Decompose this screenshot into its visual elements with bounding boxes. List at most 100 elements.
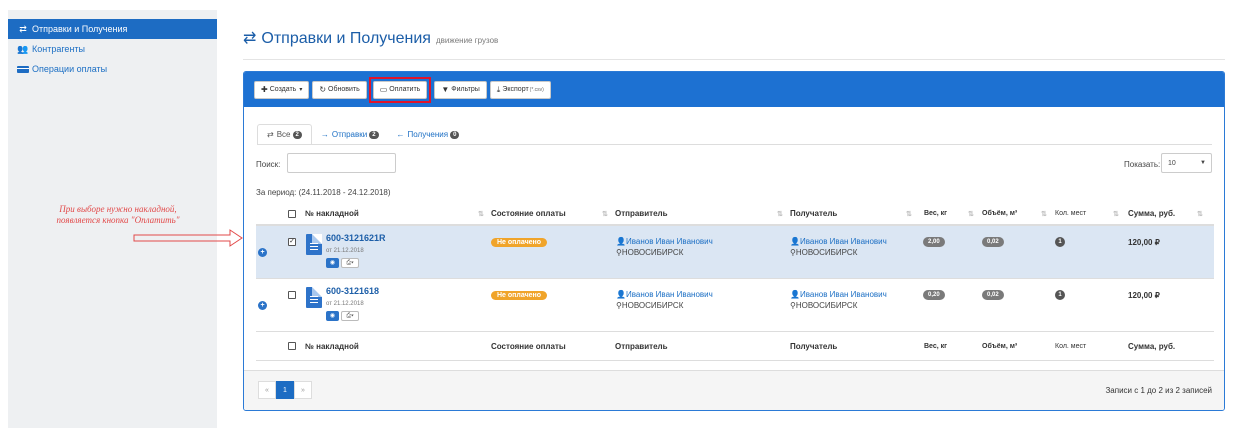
col-receiver: Получатель	[790, 341, 838, 351]
sum-value: 120,00 ₽	[1128, 290, 1160, 300]
waybill-date: от 21.12.2018	[326, 301, 364, 307]
row-checkbox[interactable]	[288, 291, 296, 299]
sort-icon[interactable]: ⇅	[777, 203, 783, 224]
user-icon: 👤	[616, 290, 626, 299]
sort-icon[interactable]: ⇅	[1041, 203, 1047, 224]
search-input[interactable]	[287, 153, 396, 173]
table-row[interactable]: + ✓ 600-3121621R от 21.12.2018 ◉ ⎙▾ Не о…	[256, 225, 1214, 278]
sort-icon[interactable]: ⇅	[1197, 203, 1203, 224]
tab-shipments[interactable]: → Отправки 2	[312, 124, 388, 145]
filter-icon: ▼	[441, 85, 450, 94]
title-divider	[243, 59, 1225, 60]
download-icon: ⤓	[496, 84, 501, 94]
page-subtitle: движение грузов	[435, 36, 499, 45]
pay-label: Оплатить	[389, 86, 421, 93]
annotation-line: При выборе нужно накладной,	[59, 204, 177, 214]
tab-receipts[interactable]: ← Получения 0	[388, 124, 469, 145]
prev-page-button[interactable]: «	[258, 381, 276, 399]
col-weight: Вес, кг	[924, 342, 948, 350]
refresh-icon: ↻	[319, 85, 327, 94]
sum-value: 120,00 ₽	[1128, 237, 1160, 247]
sidebar-item-label: Операции оплаты	[32, 64, 108, 74]
refresh-label: Обновить	[328, 86, 360, 93]
view-button[interactable]: ◉	[326, 311, 339, 321]
receiver-city: НОВОСИБИРСК	[795, 248, 858, 257]
user-icon: 👤	[790, 237, 800, 246]
tab-label: Отправки	[331, 130, 368, 139]
pay-button-highlight: ▭ Оплатить	[368, 76, 432, 103]
sort-icon[interactable]: ⇅	[1113, 203, 1119, 224]
table-row[interactable]: + 600-3121618 от 21.12.2018 ◉ ⎙▾ Не опла…	[256, 278, 1214, 331]
volume-badge: 0,02	[982, 290, 1004, 300]
select-all-checkbox[interactable]	[288, 342, 296, 350]
page-title-text: Отправки и Получения	[261, 30, 431, 47]
create-button[interactable]: ✚ Создать ▾	[254, 80, 310, 99]
table-footer: № накладной Состояние оплаты Отправитель…	[256, 331, 1214, 361]
credit-card-icon: ▭	[379, 85, 388, 94]
sort-icon[interactable]: ⇅	[602, 203, 608, 224]
expand-row-icon[interactable]: +	[258, 300, 267, 310]
waybill-number[interactable]: 600-3121618	[326, 286, 379, 296]
sort-icon[interactable]: ⇅	[478, 203, 484, 224]
tab-count-badge: 2	[292, 130, 302, 139]
col-sender: Отправитель	[615, 341, 668, 351]
page-button[interactable]: 1	[276, 381, 294, 399]
main-panel: ✚ Создать ▾ ↻ Обновить ▭ Оплатить ▼ Филь…	[243, 71, 1225, 411]
tab-all[interactable]: ⇄ Все 2	[257, 124, 312, 145]
expand-row-icon[interactable]: +	[258, 247, 267, 257]
sender-city: НОВОСИБИРСК	[621, 248, 684, 257]
row-checkbox[interactable]: ✓	[288, 238, 296, 246]
pay-button[interactable]: ▭ Оплатить	[372, 80, 428, 99]
user-icon: 👤	[616, 237, 626, 246]
view-button[interactable]: ◉	[326, 258, 339, 268]
annotation-line: появляется кнопка "Оплатить"	[56, 215, 180, 225]
waybill-number[interactable]: 600-3121621R	[326, 233, 386, 243]
credit-card-icon	[17, 65, 29, 74]
annotation-arrow-icon	[133, 229, 243, 247]
exchange-icon: ⇄	[267, 130, 274, 139]
places-badge: 1	[1055, 290, 1065, 300]
filters-label: Фильтры	[451, 86, 480, 93]
weight-badge: 0,20	[923, 290, 945, 300]
sender-name[interactable]: Иванов Иван Иванович	[626, 237, 713, 246]
print-button[interactable]: ⎙▾	[341, 258, 359, 268]
sidebar-item-contractors[interactable]: 👥 Контрагенты	[8, 39, 217, 59]
shipments-table: № накладной ⇅ Состояние оплаты ⇅ Отправи…	[256, 203, 1214, 361]
weight-badge: 2,00	[923, 237, 945, 247]
exchange-icon: ⇄	[19, 23, 27, 34]
receiver-name[interactable]: Иванов Иван Иванович	[800, 237, 887, 246]
refresh-button[interactable]: ↻ Обновить	[312, 80, 367, 99]
sort-icon[interactable]: ⇅	[906, 203, 912, 224]
document-icon	[306, 286, 322, 308]
volume-badge: 0,02	[982, 237, 1004, 247]
sidebar-item-label: Отправки и Получения	[32, 24, 128, 34]
user-icon: 👤	[790, 290, 800, 299]
arrow-left-icon: ←	[396, 130, 405, 139]
sender-city: НОВОСИБИРСК	[621, 301, 684, 310]
sidebar-item-payments[interactable]: Операции оплаты	[8, 59, 217, 79]
places-badge: 1	[1055, 237, 1065, 247]
plus-circle-icon: ✚	[261, 85, 268, 94]
receiver-name[interactable]: Иванов Иван Иванович	[800, 290, 887, 299]
export-button[interactable]: ⤓ Экспорт (*.csv)	[489, 80, 551, 99]
tabs-divider	[257, 144, 1212, 145]
col-status: Состояние оплаты	[491, 341, 566, 351]
sidebar-item-shipments[interactable]: ⇄ Отправки и Получения	[8, 19, 217, 39]
status-badge: Не оплачено	[491, 237, 548, 247]
tabs: ⇄ Все 2 → Отправки 2 ← Получения 0	[257, 124, 468, 145]
toolbar: ✚ Создать ▾ ↻ Обновить ▭ Оплатить ▼ Филь…	[244, 72, 1224, 107]
tab-label: Все	[276, 130, 291, 139]
page-title-icon: ⇄	[243, 30, 257, 47]
next-page-button[interactable]: »	[294, 381, 312, 399]
sender-name[interactable]: Иванов Иван Иванович	[626, 290, 713, 299]
filters-button[interactable]: ▼ Фильтры	[434, 80, 487, 99]
print-button[interactable]: ⎙▾	[341, 311, 359, 321]
sort-icon[interactable]: ⇅	[968, 203, 974, 224]
status-badge: Не оплачено	[491, 290, 548, 300]
export-label: Экспорт	[502, 86, 529, 93]
col-sum: Сумма, руб.	[1128, 341, 1176, 351]
caret-down-icon: ▾	[299, 87, 303, 93]
page-size-select[interactable]: 10 ▼	[1161, 153, 1212, 173]
users-icon: 👥	[17, 43, 29, 54]
document-icon	[306, 233, 322, 255]
